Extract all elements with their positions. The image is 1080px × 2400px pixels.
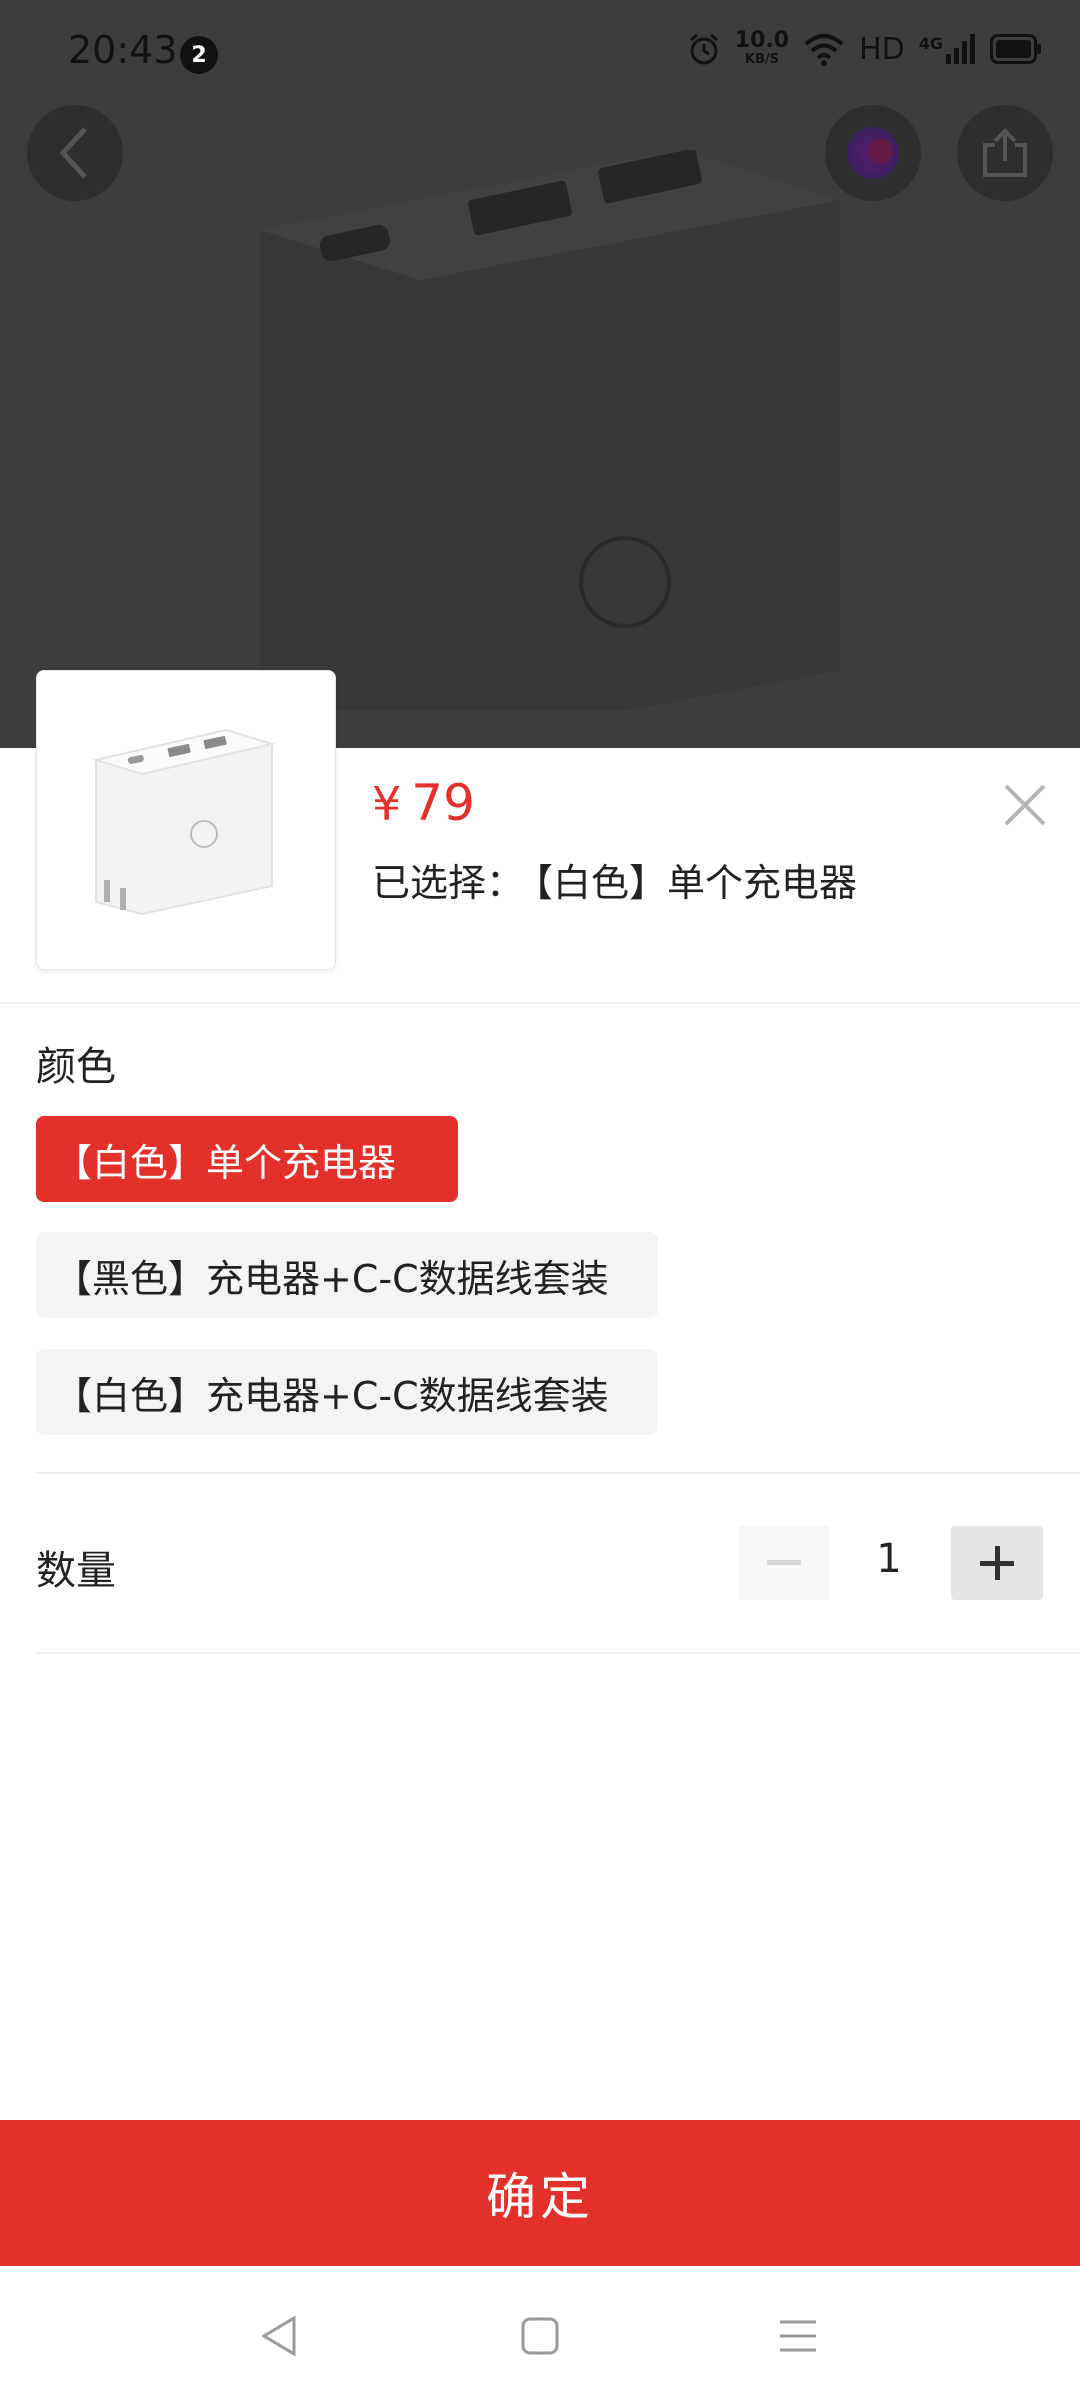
nav-menu-button[interactable]	[768, 2306, 828, 2366]
close-icon	[1004, 784, 1046, 826]
status-bar: 20:43 2 10.0 KB/S HD 4G	[0, 0, 1080, 108]
option-label: 【黑色】充电器+C-C数据线套装	[54, 1256, 609, 1301]
net-speed-unit: KB/S	[744, 52, 779, 67]
colorful-orb-icon	[847, 127, 899, 179]
quantity-label: 数量	[36, 1548, 116, 1594]
selected-label: 已选择：	[372, 861, 525, 905]
quantity-decrease-button[interactable]	[738, 1526, 830, 1600]
confirm-button[interactable]: 确定	[0, 2120, 1080, 2266]
color-section-label: 颜色	[36, 1044, 116, 1090]
currency-symbol: ¥	[372, 777, 402, 831]
nav-home-button[interactable]	[510, 2306, 570, 2366]
product-thumbnail	[36, 670, 336, 970]
share-icon	[983, 128, 1027, 177]
option-label: 【白色】充电器+C-C数据线套装	[54, 1373, 609, 1418]
hamburger-menu-icon	[780, 2320, 816, 2352]
assistant-button[interactable]	[825, 105, 921, 201]
chevron-left-icon	[59, 127, 87, 179]
divider-bottom	[36, 1652, 1080, 1654]
quantity-value[interactable]: 1	[852, 1536, 926, 1582]
option-label: 【白色】单个充电器	[54, 1140, 397, 1185]
status-icons: 10.0 KB/S HD 4G	[687, 30, 1042, 68]
option-white-charger-cable-set[interactable]: 【白色】充电器+C-C数据线套装	[36, 1349, 658, 1435]
charger-thumbnail-image	[92, 728, 276, 916]
quantity-increase-button[interactable]	[951, 1526, 1043, 1600]
share-button[interactable]	[957, 105, 1053, 201]
plus-icon	[980, 1546, 1014, 1580]
net-speed: 10.0 KB/S	[735, 30, 789, 68]
nav-back-button[interactable]	[250, 2306, 310, 2366]
minus-icon	[767, 1560, 801, 1565]
network-type-label: 4G	[918, 34, 943, 53]
wifi-icon	[804, 34, 844, 66]
signal-bars-icon	[946, 34, 975, 64]
price-value: 79	[411, 774, 475, 832]
triangle-back-icon	[261, 2315, 296, 2357]
selected-value: 【白色】单个充电器	[534, 861, 858, 905]
alarm-icon	[689, 33, 718, 65]
product-price: ¥79	[372, 774, 475, 832]
square-home-icon	[521, 2317, 559, 2355]
hd-label: HD	[859, 31, 905, 67]
close-button[interactable]	[1000, 780, 1050, 830]
option-white-charger[interactable]: 【白色】单个充电器	[36, 1116, 458, 1202]
back-button[interactable]	[27, 105, 123, 201]
status-time: 20:43	[68, 28, 178, 72]
selected-sku: 已选择： 【白色】单个充电器	[372, 852, 857, 907]
option-black-charger-cable-set[interactable]: 【黑色】充电器+C-C数据线套装	[36, 1232, 658, 1318]
confirm-label: 确定	[486, 2168, 594, 2226]
signal-indicator: 4G	[919, 34, 976, 64]
product-image-backdrop: 20:43 2 10.0 KB/S HD 4G	[0, 0, 1080, 748]
system-navigation-bar	[0, 2266, 1080, 2400]
net-speed-value: 10.0	[734, 28, 790, 53]
charger-product-image	[260, 150, 840, 710]
battery-icon	[990, 34, 1041, 64]
divider-middle	[36, 1472, 1080, 1474]
notification-count-badge: 2	[180, 36, 218, 74]
divider-top	[0, 1002, 1080, 1004]
